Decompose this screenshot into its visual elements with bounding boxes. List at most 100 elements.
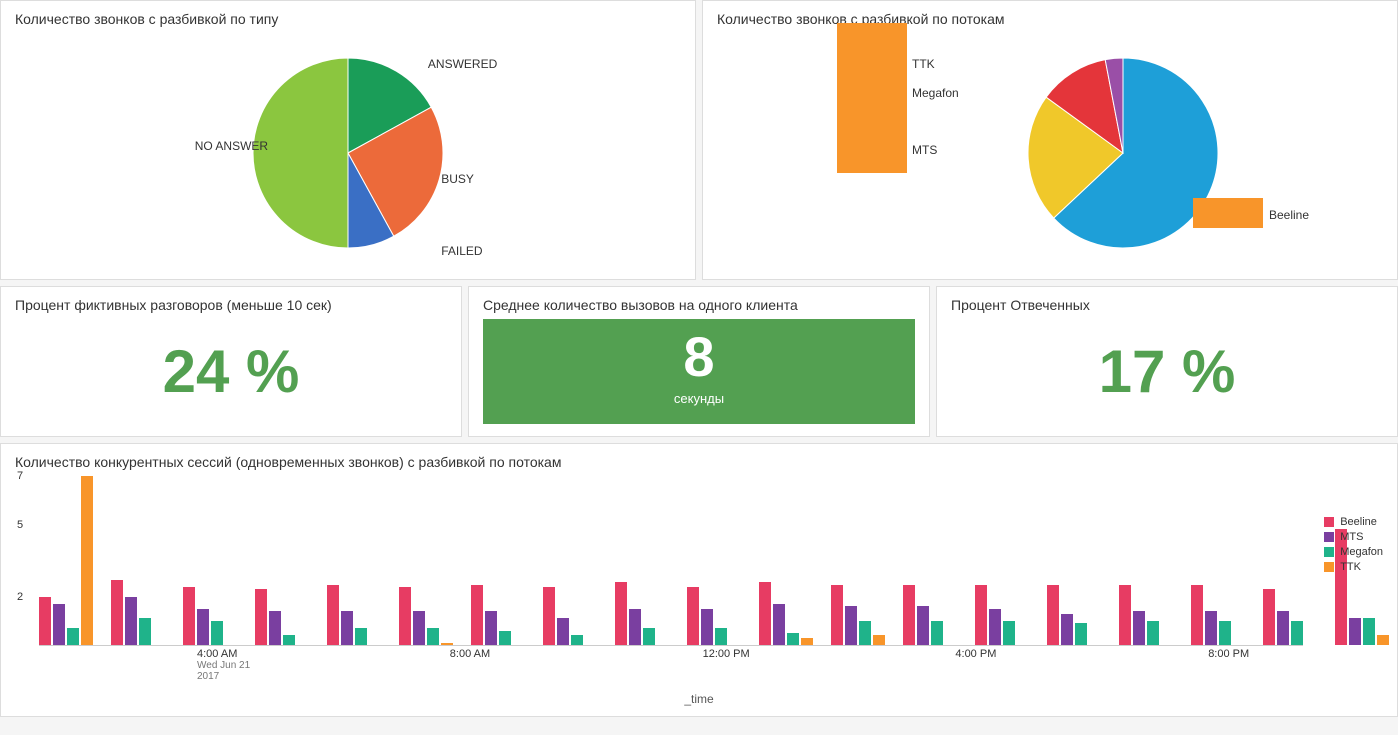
pie-stream-chart[interactable]: TTK Megafon MTS Beeline xyxy=(717,33,1383,273)
bar-beeline[interactable] xyxy=(759,582,771,645)
bar-megafon[interactable] xyxy=(859,621,871,645)
pie-label-busy: BUSY xyxy=(441,172,474,186)
bar-group[interactable] xyxy=(1119,476,1173,645)
bar-megafon[interactable] xyxy=(499,631,511,645)
bar-megafon[interactable] xyxy=(67,628,79,645)
y-tick: 7 xyxy=(17,470,23,482)
bar-ttk[interactable] xyxy=(873,635,885,645)
x-tick-label: 4:00 AMWed Jun 212017 xyxy=(197,648,250,682)
bar-mts[interactable] xyxy=(557,618,569,645)
bar-beeline[interactable] xyxy=(831,585,843,645)
bar-mts[interactable] xyxy=(989,609,1001,645)
pie-label-noanswer: NO ANSWER xyxy=(195,139,268,153)
bar-beeline[interactable] xyxy=(183,587,195,645)
bar-ttk[interactable] xyxy=(441,643,453,645)
bar-group[interactable] xyxy=(255,476,309,645)
bar-megafon[interactable] xyxy=(1075,623,1087,645)
bar-group[interactable] xyxy=(615,476,669,645)
bar-beeline[interactable] xyxy=(39,597,51,645)
bar-megafon[interactable] xyxy=(1147,621,1159,645)
legend-swatch xyxy=(1324,562,1334,572)
bar-mts[interactable] xyxy=(917,606,929,645)
bar-megafon[interactable] xyxy=(931,621,943,645)
bar-group[interactable] xyxy=(111,476,165,645)
bar-beeline[interactable] xyxy=(1119,585,1131,645)
bar-mts[interactable] xyxy=(1349,618,1361,645)
bar-megafon[interactable] xyxy=(427,628,439,645)
bar-megafon[interactable] xyxy=(715,628,727,645)
bar-mts[interactable] xyxy=(701,609,713,645)
bar-megafon[interactable] xyxy=(211,621,223,645)
orange-overlay-1 xyxy=(837,23,907,173)
legend-item-beeline[interactable]: Beeline xyxy=(1324,516,1383,528)
bar-beeline[interactable] xyxy=(255,589,267,645)
bar-beeline[interactable] xyxy=(543,587,555,645)
bar-megafon[interactable] xyxy=(355,628,367,645)
bar-mts[interactable] xyxy=(485,611,497,645)
bar-megafon[interactable] xyxy=(1291,621,1303,645)
bar-megafon[interactable] xyxy=(139,618,151,645)
bar-mts[interactable] xyxy=(125,597,137,645)
bar-mts[interactable] xyxy=(1277,611,1289,645)
bar-group[interactable] xyxy=(687,476,741,645)
bar-group[interactable] xyxy=(975,476,1029,645)
bar-group[interactable] xyxy=(1263,476,1317,645)
bar-ttk[interactable] xyxy=(81,476,93,645)
bar-mts[interactable] xyxy=(1133,611,1145,645)
bar-group[interactable] xyxy=(399,476,453,645)
bar-mts[interactable] xyxy=(269,611,281,645)
bar-megafon[interactable] xyxy=(283,635,295,645)
bar-group[interactable] xyxy=(543,476,597,645)
bar-beeline[interactable] xyxy=(111,580,123,645)
bar-beeline[interactable] xyxy=(615,582,627,645)
bar-megafon[interactable] xyxy=(1219,621,1231,645)
bar-ttk[interactable] xyxy=(801,638,813,645)
bar-group[interactable] xyxy=(831,476,885,645)
bar-group[interactable] xyxy=(39,476,93,645)
bar-mts[interactable] xyxy=(1205,611,1217,645)
legend-item-megafon[interactable]: Megafon xyxy=(1324,546,1383,558)
bar-mts[interactable] xyxy=(773,604,785,645)
bar-megafon[interactable] xyxy=(1003,621,1015,645)
legend-item-mts[interactable]: MTS xyxy=(1324,531,1383,543)
y-tick: 2 xyxy=(17,591,23,603)
bar-beeline[interactable] xyxy=(687,587,699,645)
pie-slice-no-answer[interactable] xyxy=(253,58,348,248)
bar-megafon[interactable] xyxy=(571,635,583,645)
bar-megafon[interactable] xyxy=(787,633,799,645)
bar-mts[interactable] xyxy=(845,606,857,645)
bar-group[interactable] xyxy=(1191,476,1245,645)
legend-label: Beeline xyxy=(1340,516,1377,528)
bar-ttk[interactable] xyxy=(1377,635,1389,645)
bar-mts[interactable] xyxy=(53,604,65,645)
bar-beeline[interactable] xyxy=(975,585,987,645)
bar-group[interactable] xyxy=(1047,476,1101,645)
panel-title-fictive: Процент фиктивных разговоров (меньше 10 … xyxy=(15,297,447,313)
bar-megafon[interactable] xyxy=(643,628,655,645)
bar-chart-area[interactable]: 257 4:00 AMWed Jun 2120178:00 AM12:00 PM… xyxy=(15,476,1383,696)
bar-mts[interactable] xyxy=(629,609,641,645)
legend-item-ttk[interactable]: TTK xyxy=(1324,561,1383,573)
panel-answered: Процент Отвеченных 17 % xyxy=(936,286,1398,437)
bar-beeline[interactable] xyxy=(903,585,915,645)
bar-mts[interactable] xyxy=(1061,614,1073,645)
bar-mts[interactable] xyxy=(413,611,425,645)
bar-group[interactable] xyxy=(471,476,525,645)
bar-beeline[interactable] xyxy=(1263,589,1275,645)
bars-region[interactable] xyxy=(39,476,1303,646)
bar-group[interactable] xyxy=(759,476,813,645)
bar-beeline[interactable] xyxy=(1191,585,1203,645)
bar-mts[interactable] xyxy=(197,609,209,645)
legend-label: TTK xyxy=(1340,561,1361,573)
pie-type-chart[interactable]: ANSWERED BUSY FAILED NO ANSWER xyxy=(15,33,681,273)
bar-group[interactable] xyxy=(183,476,237,645)
bar-beeline[interactable] xyxy=(471,585,483,645)
bar-beeline[interactable] xyxy=(399,587,411,645)
bar-megafon[interactable] xyxy=(1363,618,1375,645)
bar-group[interactable] xyxy=(903,476,957,645)
bar-mts[interactable] xyxy=(341,611,353,645)
bar-group[interactable] xyxy=(327,476,381,645)
bar-beeline[interactable] xyxy=(1047,585,1059,645)
bar-beeline[interactable] xyxy=(327,585,339,645)
panel-title-answered: Процент Отвеченных xyxy=(951,297,1383,313)
